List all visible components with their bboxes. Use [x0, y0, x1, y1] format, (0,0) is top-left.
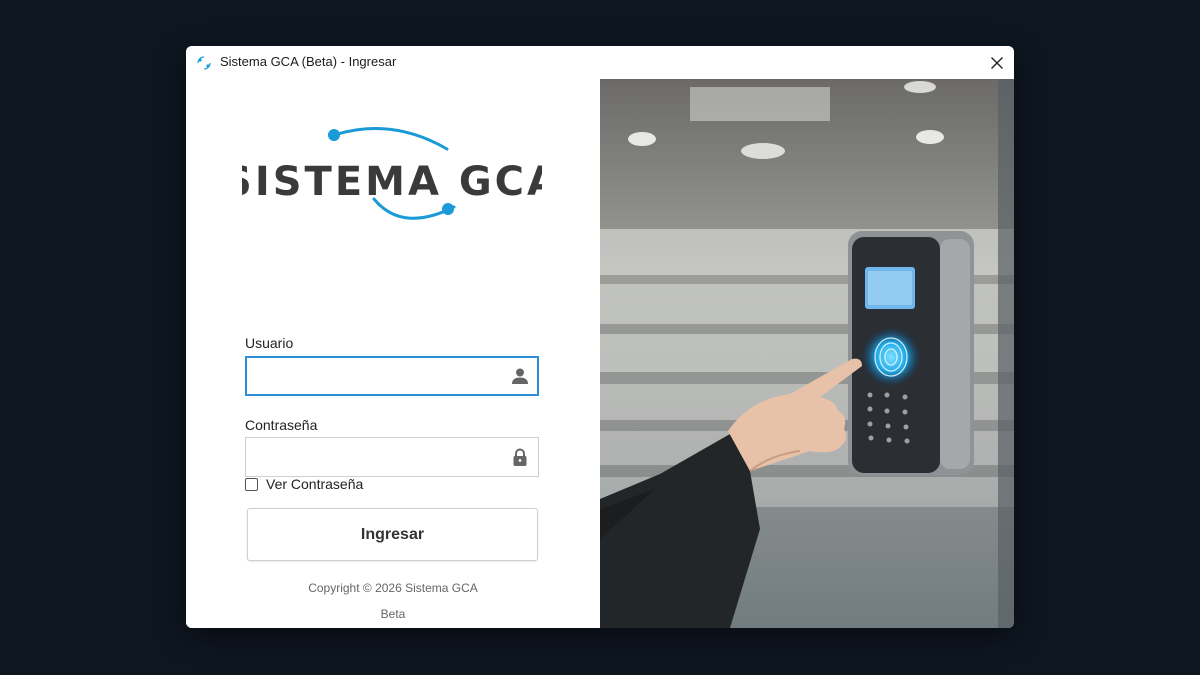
- username-label: Usuario: [245, 335, 294, 351]
- title-bar: Sistema GCA (Beta) - Ingresar: [186, 46, 1014, 79]
- hero-image: [600, 79, 1014, 628]
- show-password-label: Ver Contraseña: [266, 476, 364, 492]
- close-icon: [991, 56, 1003, 69]
- logo-text: SISTEMA GCA: [242, 159, 542, 205]
- app-logo-icon: [197, 56, 211, 70]
- show-password-checkbox[interactable]: [245, 477, 258, 491]
- login-window: Sistema GCA (Beta) - Ingresar SISTEMA GC…: [186, 46, 1014, 628]
- username-input[interactable]: [246, 357, 516, 395]
- copyright-text: Copyright © 2026 Sistema GCA: [308, 581, 478, 595]
- sistema-gca-logo: SISTEMA GCA: [242, 127, 542, 220]
- login-panel: SISTEMA GCA Usuario Contraseña Ver Contr…: [186, 79, 600, 628]
- window-title: Sistema GCA (Beta) - Ingresar: [220, 54, 397, 69]
- close-button[interactable]: [980, 46, 1014, 79]
- show-password-option[interactable]: Ver Contraseña: [245, 476, 363, 492]
- fingerprint-scanner-illustration: [600, 79, 1014, 628]
- password-input[interactable]: [246, 438, 516, 476]
- login-button[interactable]: Ingresar: [247, 508, 538, 561]
- password-field[interactable]: [245, 437, 539, 477]
- lock-icon: [513, 448, 527, 466]
- password-label: Contraseña: [245, 417, 318, 433]
- beta-label: Beta: [380, 607, 406, 621]
- user-icon: [512, 368, 528, 384]
- username-field[interactable]: [245, 356, 539, 396]
